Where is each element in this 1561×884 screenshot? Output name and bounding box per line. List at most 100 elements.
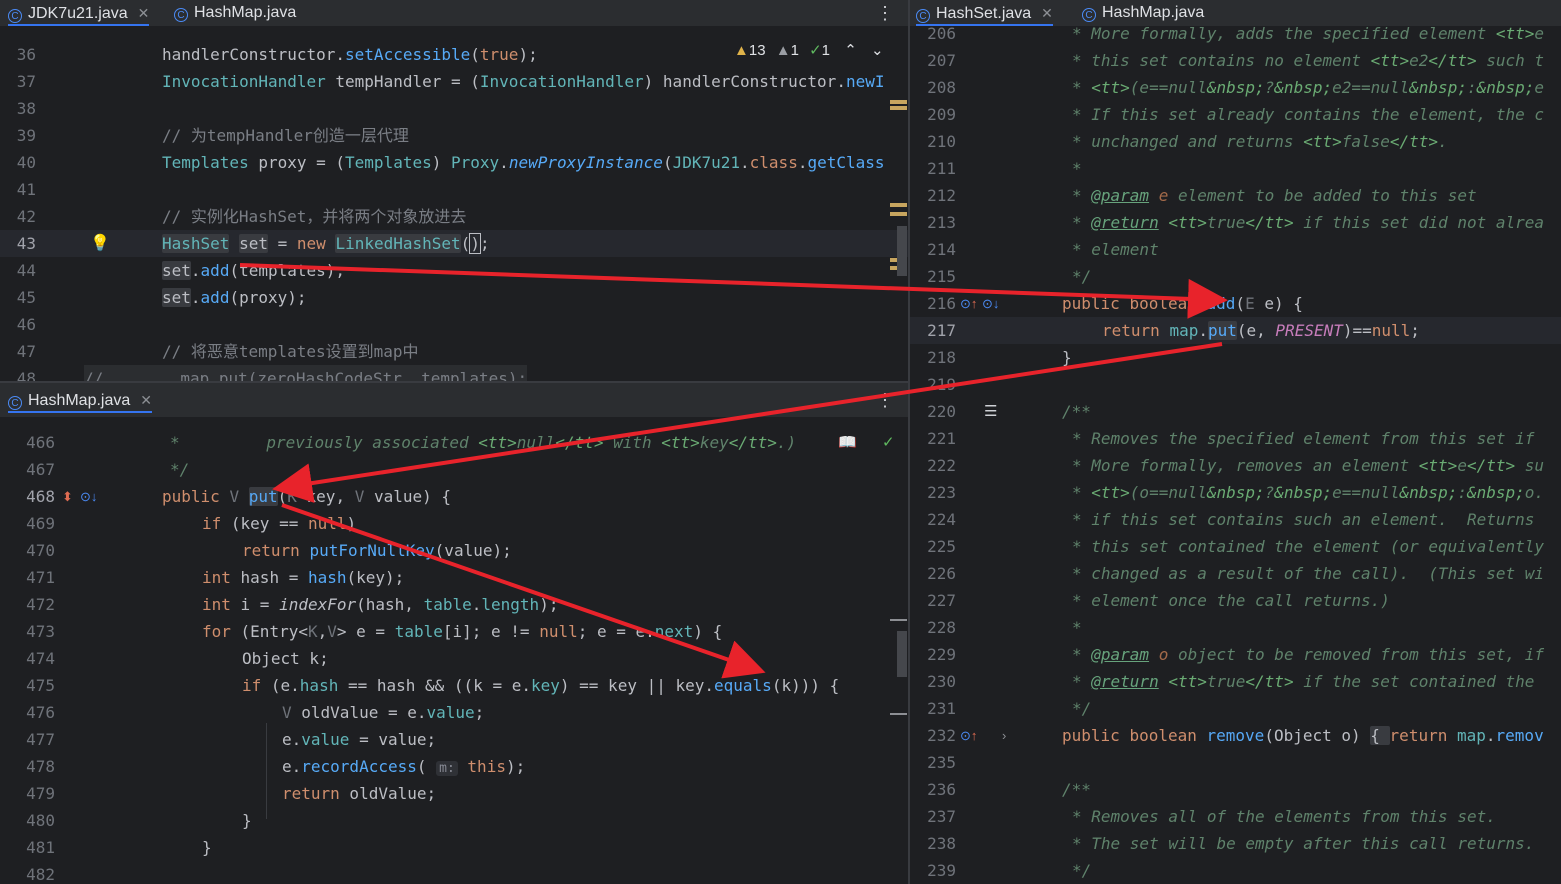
doc-comment-text: * More formally, removes an element <tt>… (1072, 456, 1545, 475)
line-number: 36 (16, 45, 36, 64)
doc-comment-text: * unchanged and returns <tt>false</tt>. (1072, 132, 1448, 151)
code-line: 215 */ (910, 263, 1561, 290)
code-line: 42 // 实例化HashSet，并将两个对象放进去 (0, 203, 908, 230)
code-line: 223 * <tt>(o==null&nbsp;?&nbsp;e==null&nb… (910, 479, 1561, 506)
code-text: } (202, 838, 212, 857)
code-line: 44 set.add(templates); (0, 257, 908, 284)
tab-label: HashSet.java (936, 5, 1032, 22)
tab-jdk7u21[interactable]: C JDK7u21.java ✕ (8, 0, 150, 26)
code-area[interactable]: 466 * previously associated <tt>null</tt>… (0, 418, 908, 884)
close-icon[interactable]: ✕ (1041, 5, 1053, 21)
doc-comment-text: * @param o object to be removed from thi… (1072, 645, 1545, 664)
scrollbar-thumb[interactable] (897, 226, 907, 276)
code-line: 470 return putForNullKey(value); (0, 537, 908, 564)
code-line: 41 (0, 176, 908, 203)
doc-comment-text: * @return <tt>true</tt> if the set conta… (1072, 672, 1535, 691)
close-icon[interactable]: ✕ (140, 392, 152, 408)
more-options-icon[interactable]: ⋮ (876, 0, 894, 26)
code-text: } (242, 811, 252, 830)
code-line: 235 (910, 749, 1561, 776)
pane-divider-horizontal[interactable] (0, 381, 908, 383)
doc-comment-text: * changed as a result of the call). (Thi… (1072, 564, 1545, 583)
code-line: 468 ⬍ ⊙↓ public V put(K key, V value) { (0, 483, 908, 510)
expand-fold-icon[interactable]: › (1002, 722, 1006, 749)
tab-hashmap[interactable]: C HashMap.java ✕ (8, 387, 153, 413)
code-area[interactable]: 36 handlerConstructor.setAccessible(true)… (0, 28, 908, 382)
code-line-current: 43 💡 HashSet set = new LinkedHashSet(); (0, 230, 908, 257)
code-text: e.value = value; (282, 730, 437, 749)
lightbulb-icon[interactable]: 💡 (90, 230, 110, 257)
code-text: handlerConstructor.setAccessible(true); (162, 45, 538, 64)
code-text: if (key == null) (202, 514, 357, 533)
code-line: 225 * this set contained the element (or … (910, 533, 1561, 560)
line-number: 48 (16, 369, 36, 382)
line-number: 211 (927, 159, 956, 178)
code-text: int hash = hash(key); (202, 568, 405, 587)
line-number: 46 (16, 315, 36, 334)
line-number: 238 (927, 834, 956, 853)
close-icon[interactable]: ✕ (138, 5, 150, 21)
line-number: 45 (16, 288, 36, 307)
comment-text: // 实例化HashSet，并将两个对象放进去 (162, 207, 467, 226)
code-line: 236 /** (910, 776, 1561, 803)
doc-comment-text: * (1072, 159, 1082, 178)
line-number: 44 (16, 261, 36, 280)
inspection-widget[interactable]: ▲13 ▲1 ✓1 ⌃ ⌄ (734, 41, 884, 59)
tab-hashmap[interactable]: C HashMap.java (1082, 0, 1204, 26)
scrollbar-thumb[interactable] (897, 631, 907, 677)
comment-text: // map.put(zeroHashCodeStr, templates); (84, 365, 528, 382)
doc-comment-text: * Removes all of the elements from this … (1072, 807, 1496, 826)
doc-comment-text: /** (1062, 780, 1091, 799)
code-text: InvocationHandler tempHandler = (Invocat… (162, 72, 885, 91)
code-line-current: 217 return map.put(e, PRESENT)==null; (910, 317, 1561, 344)
code-text: public boolean add(E e) { (1062, 294, 1303, 313)
chevron-up-icon[interactable]: ⌃ (844, 42, 857, 59)
doc-comment-text: * (1072, 618, 1082, 637)
line-number: 479 (26, 784, 55, 803)
line-number: 225 (927, 537, 956, 556)
code-line: 473 for (Entry<K,V> e = table[i]; e != nu… (0, 618, 908, 645)
code-text: Templates proxy = (Templates) Proxy.newP… (162, 153, 885, 172)
code-line: 211 * (910, 155, 1561, 182)
reader-mode-toggle-icon[interactable]: ☰ (984, 398, 997, 425)
more-options-icon[interactable]: ⋮ (876, 387, 894, 413)
chevron-down-icon[interactable]: ⌄ (871, 42, 884, 59)
line-number: 236 (927, 780, 956, 799)
code-line: 471 int hash = hash(key); (0, 564, 908, 591)
line-number: 478 (26, 757, 55, 776)
code-line: 466 * previously associated <tt>null</tt>… (0, 429, 908, 456)
code-line: 213 * @return <tt>true</tt> if this set d… (910, 209, 1561, 236)
line-number: 40 (16, 153, 36, 172)
code-area[interactable]: 206 * More formally, adds the specified e… (910, 0, 1561, 884)
line-number: 469 (26, 514, 55, 533)
line-number: 467 (26, 460, 55, 479)
doc-comment-text: */ (1072, 699, 1092, 718)
code-line: 481} (0, 834, 908, 861)
line-number: 231 (927, 699, 956, 718)
code-text: return map.put(e, PRESENT)==null; (1102, 321, 1420, 340)
implements-icon[interactable]: ⊙↑ (960, 290, 977, 317)
editor-pane-jdk7u21: C JDK7u21.java ✕ C HashMap.java ⋮ 36 handler… (0, 0, 908, 382)
code-line: 231 */ (910, 695, 1561, 722)
code-line: 237 * Removes all of the elements from th… (910, 803, 1561, 830)
line-number: 209 (927, 105, 956, 124)
line-number: 43 (16, 234, 36, 253)
reader-mode-icon[interactable]: 📖 (838, 429, 857, 456)
editor-tab-bar: C JDK7u21.java ✕ C HashMap.java ⋮ (0, 0, 908, 27)
tab-hashmap[interactable]: C HashMap.java (174, 0, 296, 26)
code-text: set.add(proxy); (162, 288, 307, 307)
implements-icon[interactable]: ⬍ (62, 483, 73, 510)
line-number: 37 (16, 72, 36, 91)
code-text: e.recordAccess( m: this); (282, 757, 526, 776)
code-text: for (Entry<K,V> e = table[i]; e != null;… (202, 622, 723, 641)
tab-hashset[interactable]: C HashSet.java ✕ (916, 0, 1053, 26)
line-number: 474 (26, 649, 55, 668)
code-line: 212 * @param e element to be added to thi… (910, 182, 1561, 209)
override-icon[interactable]: ⊙↓ (80, 483, 97, 510)
doc-comment-text: * The set will be empty after this call … (1072, 834, 1535, 853)
code-line: 209 * If this set already contains the el… (910, 101, 1561, 128)
doc-comment-text: * element (1072, 240, 1159, 259)
override-icon[interactable]: ⊙↓ (982, 290, 999, 317)
implements-icon[interactable]: ⊙↑ (960, 722, 977, 749)
comment-text: // 为tempHandler创造一层代理 (162, 126, 409, 145)
